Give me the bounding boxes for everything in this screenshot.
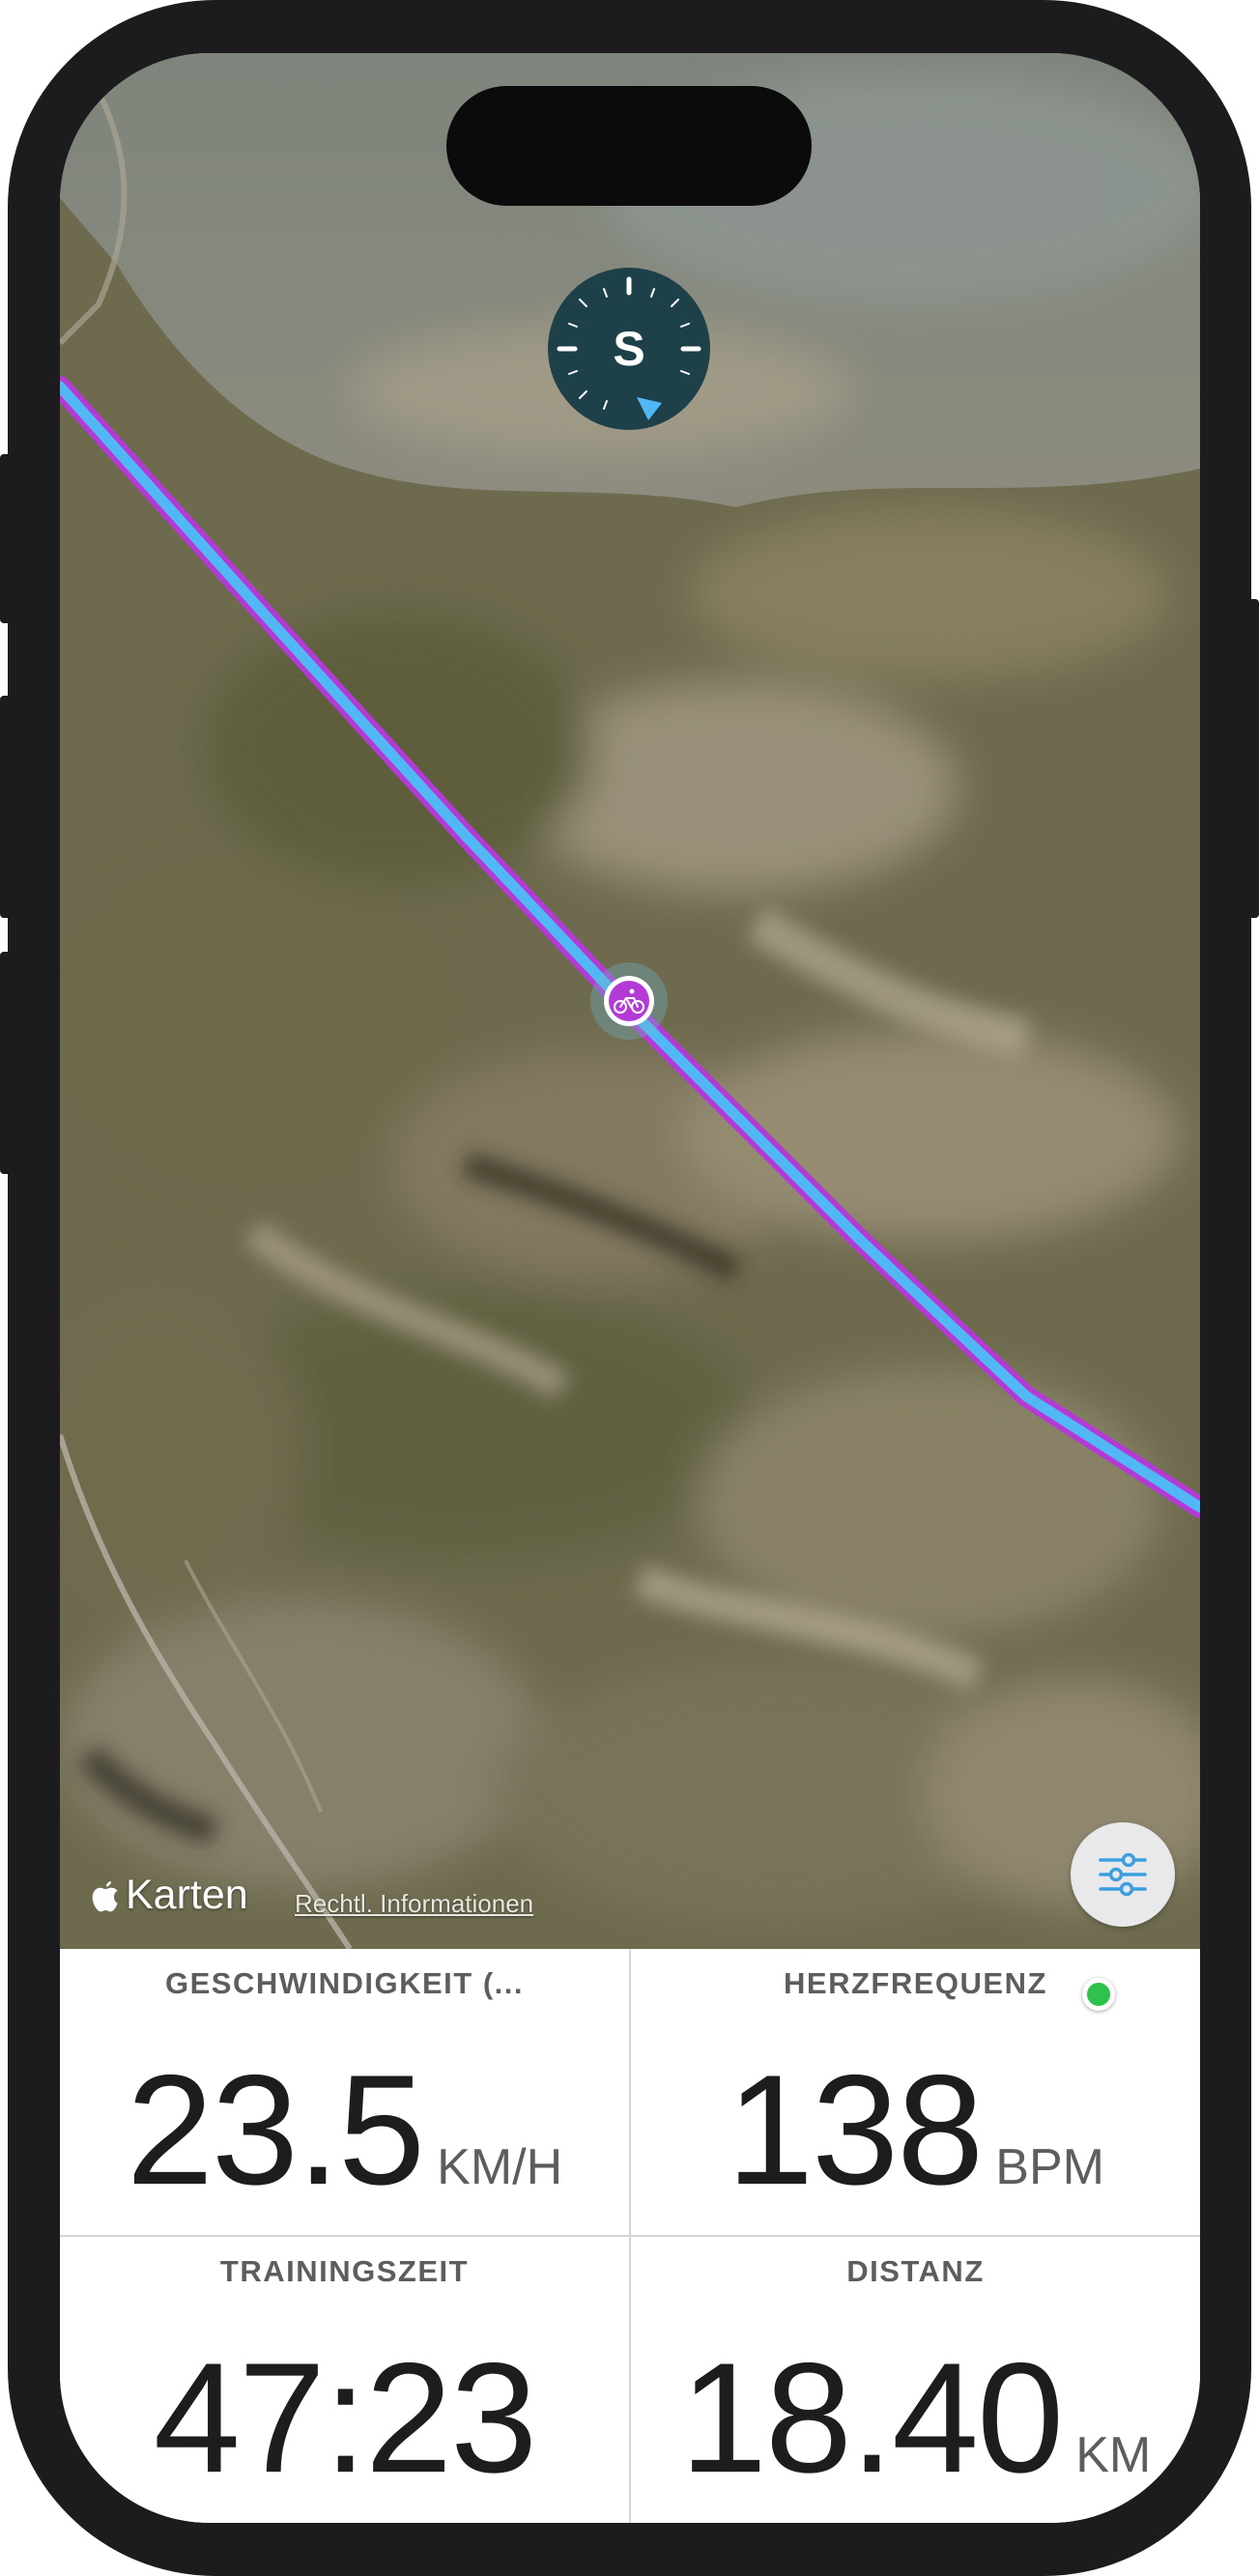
training-time-label: TRAININGSZEIT <box>219 2254 470 2288</box>
speed-value: 23.5 <box>126 2043 425 2218</box>
screen: S Karten Rechtl. Informationen GESCHWIND… <box>60 53 1200 2523</box>
maps-brand-label: Karten <box>126 1872 248 1918</box>
dynamic-island <box>446 86 812 206</box>
metrics-divider-horizontal <box>60 2235 1200 2237</box>
speed-metric[interactable]: GESCHWINDIGKEIT (... 23.5 KM/H <box>60 1949 629 2236</box>
filter-sliders-icon <box>1099 1852 1147 1897</box>
speed-unit: KM/H <box>437 2139 563 2195</box>
satellite-map[interactable]: S Karten Rechtl. Informationen <box>60 53 1200 1949</box>
distance-unit: KM <box>1075 2427 1152 2483</box>
heart-rate-unit: BPM <box>995 2139 1104 2195</box>
training-time-metric[interactable]: TRAININGSZEIT 47:23 <box>60 2237 629 2523</box>
heart-rate-value: 138 <box>727 2043 984 2218</box>
training-time-value: 47:23 <box>153 2331 537 2505</box>
distance-value: 18.40 <box>679 2331 1064 2505</box>
heart-rate-sensor-status-dot <box>1082 1978 1115 2011</box>
legal-information-link[interactable]: Rechtl. Informationen <box>295 1889 533 1919</box>
apple-logo-icon <box>92 1880 118 1911</box>
map-options-button[interactable] <box>1071 1822 1175 1927</box>
distance-metric[interactable]: DISTANZ 18.40 KM <box>631 2237 1200 2523</box>
current-location-marker[interactable] <box>590 962 668 1040</box>
maps-attribution: Karten <box>89 1872 248 1919</box>
workout-metrics-panel: GESCHWINDIGKEIT (... 23.5 KM/H HERZFREQU… <box>60 1949 1200 2523</box>
distance-label: DISTANZ <box>846 2254 985 2288</box>
speed-label: GESCHWINDIGKEIT (... <box>165 1966 524 2000</box>
compass[interactable]: S <box>548 268 710 430</box>
compass-heading: S <box>613 322 645 376</box>
cycling-icon <box>590 962 668 1040</box>
